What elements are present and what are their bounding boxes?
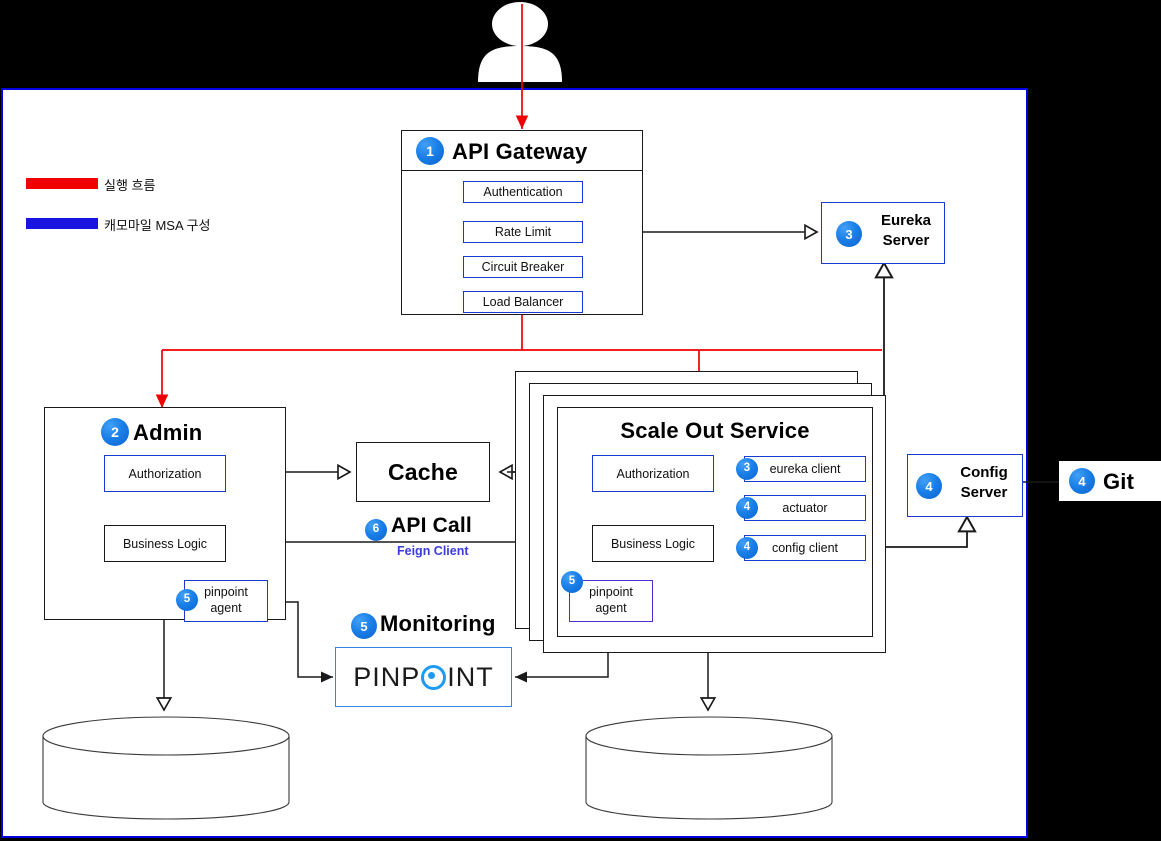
- badge-admin: 2: [101, 418, 129, 446]
- scale-out-pinpoint-agent-line2: agent: [595, 601, 627, 615]
- legend-label-flow: 실행 흐름: [104, 178, 156, 193]
- pinpoint-logo-suffix: INT: [447, 661, 494, 692]
- badge-actuator: 4: [736, 497, 758, 519]
- badge-eureka-server: 3: [836, 221, 862, 247]
- cache-title: Cache: [387, 458, 459, 485]
- scale-out-business-logic[interactable]: Business Logic: [592, 525, 714, 562]
- gateway-step-authentication[interactable]: Authentication: [463, 181, 583, 203]
- legend-swatch-msa: [26, 218, 98, 229]
- api-gateway-header: 1 API Gateway: [402, 131, 642, 171]
- user-actor-icon: [470, 2, 570, 82]
- scale-out-actuator[interactable]: actuator: [744, 495, 866, 521]
- git-box[interactable]: 4 Git: [1059, 461, 1161, 501]
- api-gateway-container[interactable]: 1 API Gateway Authentication Rate Limit …: [401, 130, 643, 315]
- badge-monitoring: 5: [351, 613, 377, 639]
- legend-label-msa: 캐모마일 MSA 구성: [104, 218, 211, 233]
- pinpoint-logo: PINP INT: [336, 648, 511, 706]
- scale-out-service-container[interactable]: Scale Out Service Authorization Business…: [557, 407, 873, 637]
- scale-out-config-client[interactable]: config client: [744, 535, 866, 561]
- badge-git: 4: [1069, 468, 1095, 494]
- config-server-title-line1: Config: [960, 464, 1008, 481]
- gateway-step-rate-limit[interactable]: Rate Limit: [463, 221, 583, 243]
- scale-out-authorization[interactable]: Authorization: [592, 455, 714, 492]
- admin-pinpoint-agent-line1: pinpoint: [204, 585, 248, 600]
- config-server-box[interactable]: 4 Config Server: [907, 454, 1023, 517]
- eureka-server-title-line1: Eureka: [880, 212, 932, 229]
- admin-database[interactable]: [41, 710, 291, 820]
- badge-api-call: 6: [365, 519, 387, 541]
- admin-authorization[interactable]: Authorization: [104, 455, 226, 492]
- monitoring-title: Monitoring: [380, 611, 496, 636]
- scale-out-eureka-client[interactable]: eureka client: [744, 456, 866, 482]
- admin-pinpoint-agent-line2: agent: [210, 601, 242, 615]
- api-gateway-title: API Gateway: [452, 139, 588, 164]
- badge-scale-out-pinpoint-agent: 5: [561, 571, 583, 593]
- badge-admin-pinpoint-agent: 5: [176, 589, 198, 611]
- legend-swatch-flow: [26, 178, 98, 189]
- badge-api-gateway: 1: [416, 137, 444, 165]
- cache-box[interactable]: Cache: [356, 442, 490, 502]
- config-server-title-line2: Server: [960, 484, 1008, 502]
- admin-container[interactable]: 2 Admin Authorization Business Logic pin…: [44, 407, 286, 622]
- api-call-subtitle: Feign Client: [397, 544, 469, 558]
- scale-out-pinpoint-agent-line1: pinpoint: [589, 585, 633, 600]
- diagram-page: 실행 흐름 캐모마일 MSA 구성 1 API Gateway Authenti…: [1, 4, 1073, 838]
- eureka-server-box[interactable]: 3 Eureka Server: [821, 202, 945, 264]
- admin-title: Admin: [133, 420, 203, 445]
- scale-out-service-title: Scale Out Service: [620, 418, 810, 443]
- badge-eureka-client: 3: [736, 458, 758, 480]
- service-database[interactable]: [584, 710, 834, 820]
- pinpoint-target-icon: [421, 664, 447, 690]
- diagram-canvas: 실행 흐름 캐모마일 MSA 구성 1 API Gateway Authenti…: [0, 0, 1161, 841]
- pinpoint-box[interactable]: PINP INT: [335, 647, 512, 707]
- eureka-server-title-line2: Server: [882, 232, 930, 250]
- admin-business-logic[interactable]: Business Logic: [104, 525, 226, 562]
- git-label: Git: [1103, 469, 1135, 494]
- gateway-step-circuit-breaker[interactable]: Circuit Breaker: [463, 256, 583, 278]
- gateway-step-load-balancer[interactable]: Load Balancer: [463, 291, 583, 313]
- badge-config-server: 4: [916, 473, 942, 499]
- pinpoint-logo-prefix: PINP: [353, 661, 421, 692]
- api-call-title: API Call: [391, 514, 472, 537]
- badge-config-client: 4: [736, 537, 758, 559]
